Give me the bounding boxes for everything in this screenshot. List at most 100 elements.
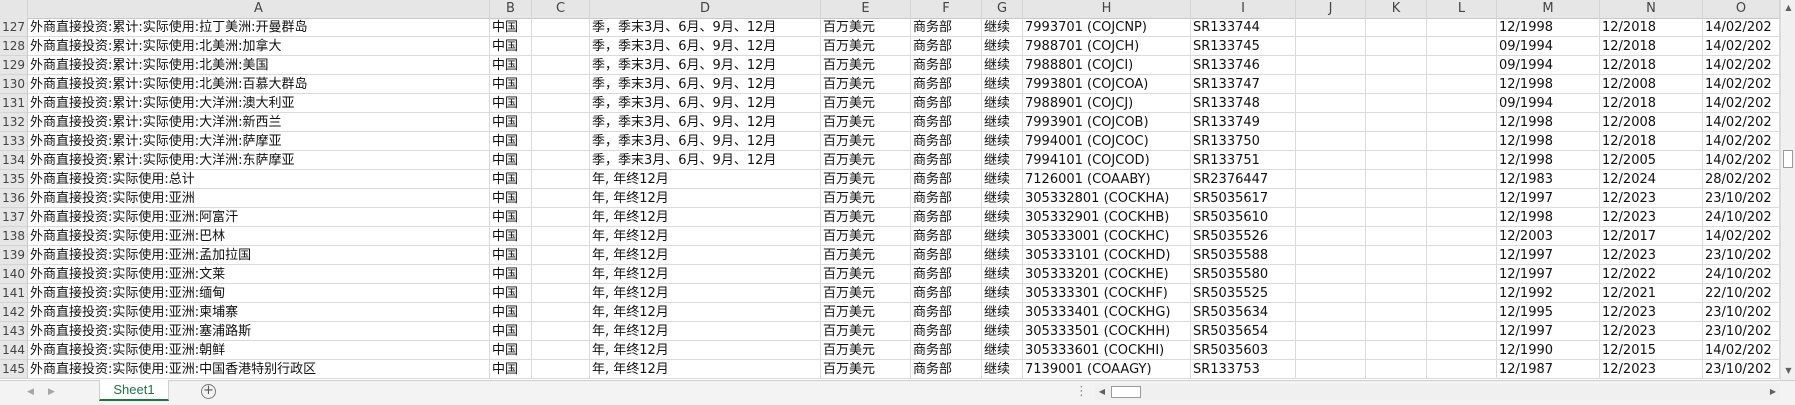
cell-k[interactable] xyxy=(1366,170,1427,189)
cell-l[interactable] xyxy=(1427,170,1497,189)
row-header[interactable]: 129 xyxy=(0,56,28,75)
cell-f[interactable]: 商务部 xyxy=(911,360,982,379)
sheet-next-icon[interactable]: ▶ xyxy=(48,385,55,399)
triangle-down-icon[interactable]: ▼ xyxy=(1781,363,1795,378)
cell-f[interactable]: 商务部 xyxy=(911,56,982,75)
column-header-k[interactable]: K xyxy=(1366,0,1427,18)
cell-g[interactable]: 继续 xyxy=(982,208,1023,227)
column-header-f[interactable]: F xyxy=(911,0,982,18)
cell-c[interactable] xyxy=(532,132,590,151)
cell-k[interactable] xyxy=(1366,284,1427,303)
cell-j[interactable] xyxy=(1296,170,1366,189)
cell-e[interactable]: 百万美元 xyxy=(821,303,911,322)
cell-k[interactable] xyxy=(1366,227,1427,246)
cell-j[interactable] xyxy=(1296,360,1366,379)
column-header-g[interactable]: G xyxy=(982,0,1023,18)
cell-l[interactable] xyxy=(1427,37,1497,56)
column-header-j[interactable]: J xyxy=(1296,0,1366,18)
cell-e[interactable]: 百万美元 xyxy=(821,113,911,132)
cell-d[interactable]: 季，季末3月、6月、9月、12月 xyxy=(590,56,821,75)
cell-i[interactable]: SR133748 xyxy=(1191,94,1296,113)
plus-circle-icon[interactable]: + xyxy=(201,384,216,399)
cell-c[interactable] xyxy=(532,18,590,37)
cell-f[interactable]: 商务部 xyxy=(911,113,982,132)
cell-g[interactable]: 继续 xyxy=(982,37,1023,56)
cell-n[interactable]: 12/2018 xyxy=(1600,132,1703,151)
cell-i[interactable]: SR133753 xyxy=(1191,360,1296,379)
cell-d[interactable]: 季，季末3月、6月、9月、12月 xyxy=(590,75,821,94)
cell-o[interactable]: 24/10/202 xyxy=(1703,265,1780,284)
cell-e[interactable]: 百万美元 xyxy=(821,284,911,303)
cell-m[interactable]: 12/1983 xyxy=(1497,170,1600,189)
cell-k[interactable] xyxy=(1366,37,1427,56)
cell-m[interactable]: 12/1997 xyxy=(1497,189,1600,208)
cell-m[interactable]: 09/1994 xyxy=(1497,37,1600,56)
cell-f[interactable]: 商务部 xyxy=(911,208,982,227)
cell-b[interactable]: 中国 xyxy=(490,227,532,246)
row-header[interactable]: 139 xyxy=(0,246,28,265)
cell-o[interactable]: 14/02/202 xyxy=(1703,75,1780,94)
cell-k[interactable] xyxy=(1366,94,1427,113)
cell-g[interactable]: 继续 xyxy=(982,303,1023,322)
cell-f[interactable]: 商务部 xyxy=(911,246,982,265)
cell-g[interactable]: 继续 xyxy=(982,56,1023,75)
cell-g[interactable]: 继续 xyxy=(982,151,1023,170)
cell-j[interactable] xyxy=(1296,75,1366,94)
cell-c[interactable] xyxy=(532,246,590,265)
cell-a[interactable]: 外商直接投资:累计:实际使用:大洋洲:新西兰 xyxy=(28,113,490,132)
cell-l[interactable] xyxy=(1427,94,1497,113)
cell-h[interactable]: 305333501 (COCKHH) xyxy=(1023,322,1191,341)
cell-e[interactable]: 百万美元 xyxy=(821,75,911,94)
cell-d[interactable]: 年, 年终12月 xyxy=(590,265,821,284)
cell-a[interactable]: 外商直接投资:累计:实际使用:大洋洲:萨摩亚 xyxy=(28,132,490,151)
row-header[interactable]: 137 xyxy=(0,208,28,227)
cell-o[interactable]: 14/02/202 xyxy=(1703,18,1780,37)
cell-e[interactable]: 百万美元 xyxy=(821,227,911,246)
cell-h[interactable]: 305333001 (COCKHC) xyxy=(1023,227,1191,246)
cell-g[interactable]: 继续 xyxy=(982,94,1023,113)
cell-f[interactable]: 商务部 xyxy=(911,265,982,284)
cell-n[interactable]: 12/2018 xyxy=(1600,56,1703,75)
cell-n[interactable]: 12/2022 xyxy=(1600,265,1703,284)
cell-j[interactable] xyxy=(1296,265,1366,284)
cell-g[interactable]: 继续 xyxy=(982,113,1023,132)
horizontal-scroll-thumb[interactable] xyxy=(1111,386,1141,398)
cell-l[interactable] xyxy=(1427,75,1497,94)
cell-c[interactable] xyxy=(532,56,590,75)
cell-n[interactable]: 12/2008 xyxy=(1600,113,1703,132)
cell-b[interactable]: 中国 xyxy=(490,56,532,75)
cell-h[interactable]: 7988901 (COJCJ) xyxy=(1023,94,1191,113)
cell-b[interactable]: 中国 xyxy=(490,170,532,189)
cell-k[interactable] xyxy=(1366,360,1427,379)
cell-h[interactable]: 7988701 (COJCH) xyxy=(1023,37,1191,56)
cell-h[interactable]: 305332901 (COCKHB) xyxy=(1023,208,1191,227)
cell-a[interactable]: 外商直接投资:累计:实际使用:拉丁美洲:开曼群岛 xyxy=(28,18,490,37)
cell-c[interactable] xyxy=(532,265,590,284)
cell-h[interactable]: 305333201 (COCKHE) xyxy=(1023,265,1191,284)
cell-f[interactable]: 商务部 xyxy=(911,189,982,208)
more-options-icon[interactable]: ⋮ xyxy=(1075,384,1088,399)
cell-b[interactable]: 中国 xyxy=(490,151,532,170)
cell-a[interactable]: 外商直接投资:实际使用:亚洲:朝鲜 xyxy=(28,341,490,360)
cell-k[interactable] xyxy=(1366,208,1427,227)
cell-m[interactable]: 12/1997 xyxy=(1497,246,1600,265)
cell-l[interactable] xyxy=(1427,18,1497,37)
cell-e[interactable]: 百万美元 xyxy=(821,94,911,113)
cell-k[interactable] xyxy=(1366,341,1427,360)
cell-a[interactable]: 外商直接投资:累计:实际使用:大洋洲:东萨摩亚 xyxy=(28,151,490,170)
cell-k[interactable] xyxy=(1366,113,1427,132)
cell-d[interactable]: 年, 年终12月 xyxy=(590,303,821,322)
cell-d[interactable]: 年, 年终12月 xyxy=(590,341,821,360)
cell-b[interactable]: 中国 xyxy=(490,189,532,208)
cell-l[interactable] xyxy=(1427,208,1497,227)
column-header-d[interactable]: D xyxy=(590,0,821,18)
cell-o[interactable]: 22/10/202 xyxy=(1703,284,1780,303)
row-header[interactable]: 131 xyxy=(0,94,28,113)
row-header[interactable]: 138 xyxy=(0,227,28,246)
cell-l[interactable] xyxy=(1427,113,1497,132)
cell-i[interactable]: SR5035580 xyxy=(1191,265,1296,284)
cell-i[interactable]: SR133746 xyxy=(1191,56,1296,75)
cell-j[interactable] xyxy=(1296,322,1366,341)
cell-n[interactable]: 12/2023 xyxy=(1600,303,1703,322)
cell-m[interactable]: 12/1998 xyxy=(1497,208,1600,227)
